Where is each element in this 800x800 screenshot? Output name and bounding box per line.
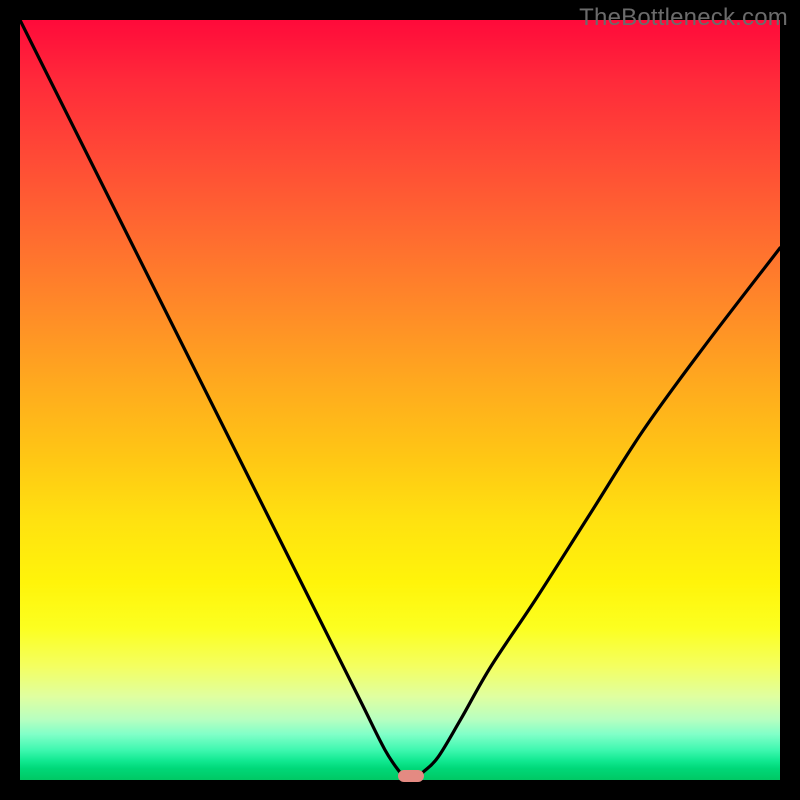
plot-area — [20, 20, 780, 780]
optimum-marker — [398, 770, 424, 782]
attribution-text: TheBottleneck.com — [579, 4, 788, 32]
chart-frame: TheBottleneck.com — [0, 0, 800, 800]
bottleneck-curve — [20, 20, 780, 780]
curve-layer — [20, 20, 780, 780]
